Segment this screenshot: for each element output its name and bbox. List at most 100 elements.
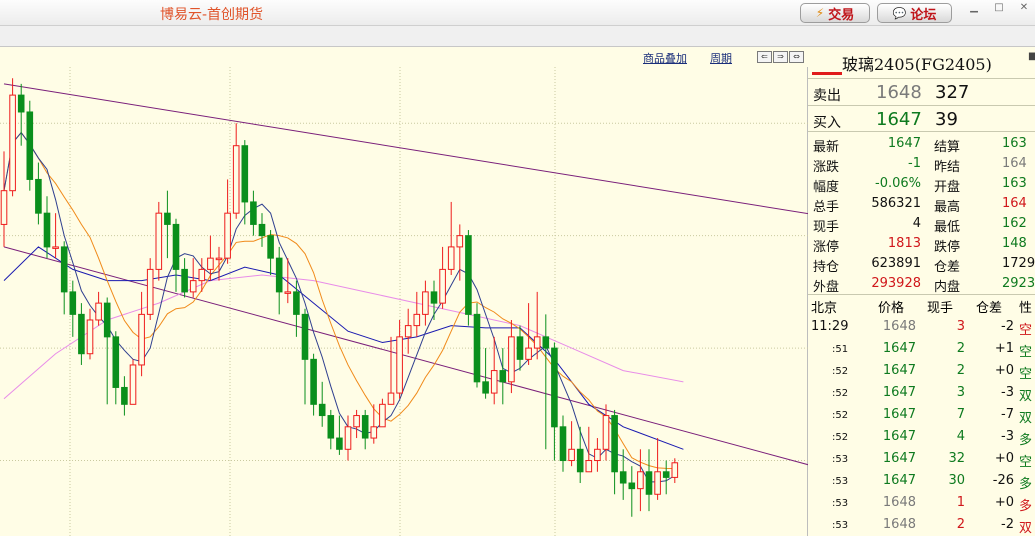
candle-body <box>413 313 421 327</box>
candle-body <box>361 415 369 439</box>
candle-body <box>258 223 266 237</box>
candle-body <box>35 178 42 214</box>
candle-body <box>327 415 335 439</box>
candle-body <box>146 268 154 315</box>
trade-button-label: 交易 <box>828 7 855 23</box>
stat-value: 163 <box>1002 136 1027 151</box>
panel-scroll-icon[interactable]: ■ <box>1028 51 1035 62</box>
tick-row[interactable]: :53 1648 1 +0 多 <box>808 495 1035 517</box>
candle-body <box>224 212 231 259</box>
tick-price: 1648 <box>882 495 916 510</box>
candle-body <box>671 462 679 478</box>
trade-button[interactable]: ⚡ 交易 <box>800 3 870 23</box>
candle-body <box>576 448 584 473</box>
stat-value: 163 <box>1002 176 1027 191</box>
candle-body <box>293 291 300 315</box>
tick-oi: -26 <box>992 473 1014 488</box>
divider <box>808 78 1035 79</box>
stat-label: 开盘 <box>934 180 961 195</box>
stat-label: 最低 <box>934 220 961 235</box>
channel-upper-line <box>3 83 808 215</box>
quote-title-bar: 玻璃2405(FG2405) ■ <box>808 47 1035 77</box>
stat-label: 仓差 <box>934 260 961 275</box>
scroll-right-icon[interactable]: ⇒ <box>773 51 788 63</box>
period-link[interactable]: 周期 <box>710 50 732 66</box>
channel-lower-line <box>3 246 808 466</box>
lightning-icon: ⚡ <box>815 6 825 20</box>
tick-type: 空 <box>1019 455 1033 470</box>
tick-type: 空 <box>1019 345 1033 360</box>
chart-toolbar: 商品叠加 周期 ⇐ ⇒ ⇔ <box>0 47 808 67</box>
candle-body <box>637 471 644 490</box>
stat-value: 164 <box>1002 196 1027 211</box>
tick-volume: 4 <box>956 429 965 444</box>
tick-time: :53 <box>832 454 849 465</box>
stat-label: 总手 <box>813 200 840 215</box>
tick-volume: 7 <box>956 407 965 422</box>
overlay-link[interactable]: 商品叠加 <box>643 50 687 66</box>
tick-header-oi: 仓差 <box>975 301 1002 316</box>
close-icon[interactable]: ✕ <box>1015 1 1033 15</box>
candle-body <box>568 448 575 462</box>
speech-bubble-icon: 💬 <box>892 6 907 20</box>
tick-row[interactable]: :52 1647 2 +0 空 <box>808 363 1035 385</box>
tick-price: 1647 <box>882 341 916 356</box>
candle-body <box>645 471 653 495</box>
candle-body <box>439 268 446 304</box>
stat-value: 4 <box>912 216 921 231</box>
tick-row[interactable]: :53 1647 30 -26 多 <box>808 473 1035 495</box>
candle-body <box>0 190 8 225</box>
tick-time: :52 <box>832 410 849 421</box>
candle-body <box>559 426 567 462</box>
bid-volume: 39 <box>935 109 958 130</box>
tick-row[interactable]: :51 1647 2 +1 空 <box>808 341 1035 363</box>
ask-label: 卖出 <box>813 88 841 104</box>
tick-time: :52 <box>832 432 849 443</box>
candle-body <box>43 212 51 248</box>
candle-body <box>508 336 515 383</box>
tick-time: 11:29 <box>811 319 849 334</box>
stat-value: 586321 <box>871 196 921 211</box>
candle-body <box>525 347 532 360</box>
bid-price: 1647 <box>876 109 922 130</box>
tick-row[interactable]: :52 1647 7 -7 双 <box>808 407 1035 429</box>
candle-body <box>430 291 438 304</box>
tick-oi: -2 <box>1001 319 1014 334</box>
minimize-icon[interactable]: ▁ <box>965 1 983 15</box>
tick-volume: 2 <box>956 517 965 532</box>
divider <box>808 131 1035 132</box>
tick-type: 多 <box>1019 499 1033 514</box>
tick-type: 多 <box>1019 477 1033 492</box>
candle-body <box>60 246 68 293</box>
tick-price: 1647 <box>882 451 916 466</box>
tick-row[interactable]: 11:29 1648 3 -2 空 <box>808 319 1035 341</box>
tick-time: :53 <box>832 476 849 487</box>
candle-body <box>86 319 94 355</box>
candle-body <box>112 336 120 388</box>
zoom-fit-icon[interactable]: ⇔ <box>789 51 804 63</box>
tick-oi: +0 <box>994 451 1014 466</box>
stat-value: 1647 <box>887 136 921 151</box>
tick-oi: +0 <box>994 363 1014 378</box>
scroll-left-icon[interactable]: ⇐ <box>757 51 772 63</box>
forum-button[interactable]: 💬 论坛 <box>877 3 952 23</box>
stat-value: -1 <box>908 156 921 171</box>
candle-body <box>387 392 395 405</box>
candle-body <box>164 212 171 225</box>
app-title: 博易云-首创期货 <box>160 7 264 23</box>
candle-body <box>301 313 309 360</box>
tick-type: 双 <box>1019 389 1033 404</box>
maximize-icon[interactable]: □ <box>990 1 1008 15</box>
candle-body <box>138 313 145 366</box>
candle-body <box>310 358 317 405</box>
candle-body <box>542 336 550 349</box>
candle-body <box>594 448 601 462</box>
ask-row: 卖出 1648 327 <box>808 80 1035 106</box>
tick-row[interactable]: :53 1648 2 -2 双 <box>808 517 1035 536</box>
candle-body <box>103 302 111 338</box>
tick-row[interactable]: :52 1647 4 -3 多 <box>808 429 1035 451</box>
tick-row[interactable]: :53 1647 32 +0 空 <box>808 451 1035 473</box>
candle-body <box>602 415 610 450</box>
tick-row[interactable]: :52 1647 3 -3 双 <box>808 385 1035 407</box>
kline-chart[interactable]: 商品叠加 周期 ⇐ ⇒ ⇔ <box>0 47 808 536</box>
